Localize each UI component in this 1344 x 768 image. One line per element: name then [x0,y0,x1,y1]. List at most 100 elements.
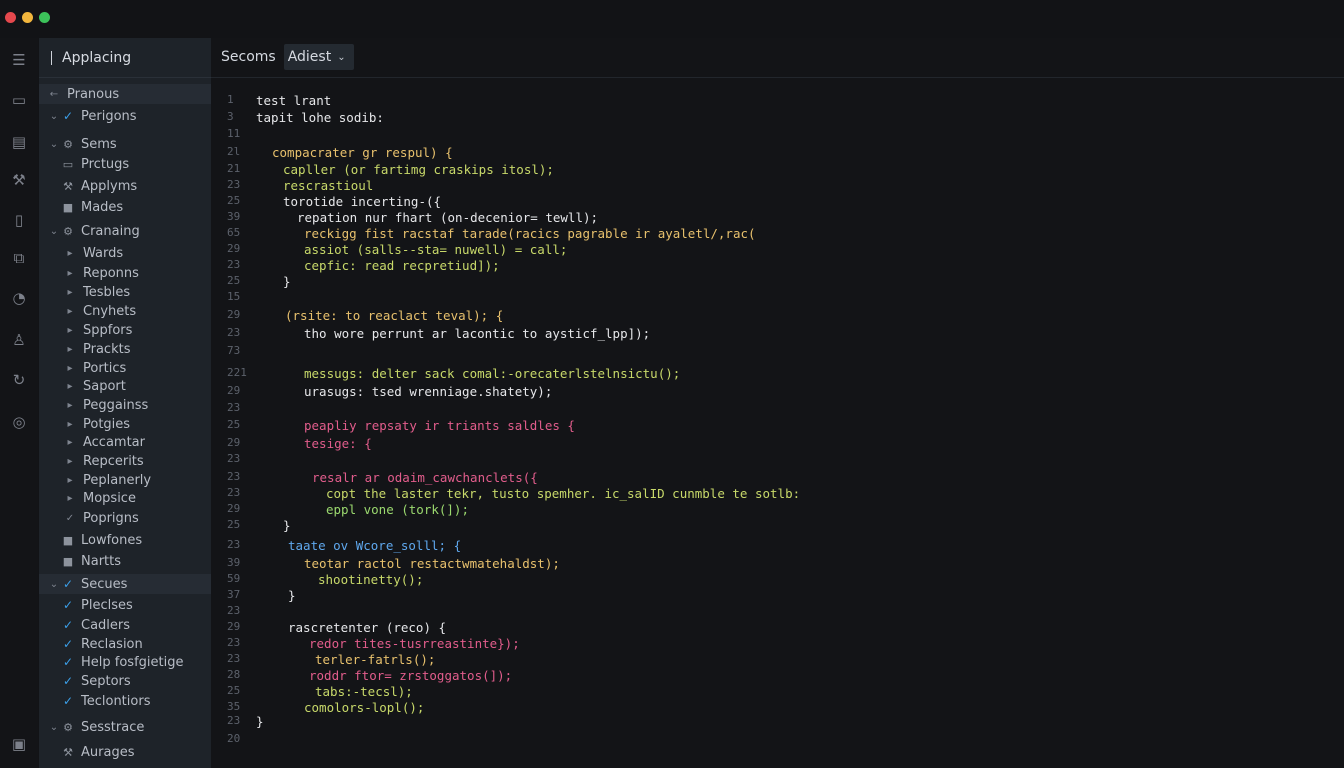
chevron-down-icon[interactable]: ⌄ [47,139,61,150]
chevron-right-icon[interactable]: ▸ [63,475,77,486]
sidebar-item-nartts[interactable]: ■ Nartts [39,551,211,571]
chevron-right-icon[interactable]: ▸ [63,268,77,279]
chevron-right-icon[interactable]: ▸ [63,381,77,392]
code-line[interactable]: rascretenter (reco) { [288,620,446,635]
check-icon[interactable]: ✓ [61,674,75,688]
chevron-right-icon[interactable]: ▸ [63,344,77,355]
sidebar-item-teclontiors[interactable]: ✓ Teclontiors [39,691,211,711]
sidebar-item-cnyhets[interactable]: ▸ Cnyhets [39,301,211,321]
sidebar-item-aurages[interactable]: ⚒ Aurages [39,742,211,762]
sidebar-item-help-fosfgietige[interactable]: ✓ Help fosfgietige [39,652,211,672]
check-icon[interactable]: ✓ [61,694,75,708]
code-line[interactable]: compacrater gr respul) { [272,145,453,160]
chevron-right-icon[interactable]: ▸ [63,363,77,374]
sidebar-item-perigons[interactable]: ⌄ ✓ Perigons [39,106,211,126]
code-line[interactable]: tho wore perrunt ar lacontic to aysticf_… [304,326,650,341]
code-line[interactable]: torotide incerting-({ [283,194,441,209]
tab-secoms[interactable]: Secoms [221,44,276,70]
code-line[interactable]: urasugs: tsed wrenniage.shatety); [304,384,552,399]
code-line[interactable]: (rsite: to reaclact teval); { [285,308,503,323]
code-line[interactable]: repation nur fhart (on-decenior= tewll); [297,210,598,225]
code-line[interactable]: tapit lohe sodib: [256,110,384,125]
account-icon[interactable]: ♙ [9,330,29,350]
check-icon[interactable]: ✓ [61,577,75,591]
chevron-down-icon[interactable]: ⌄ [337,52,345,63]
code-line[interactable]: cepfic: read recpretiud]); [304,258,500,273]
code-line[interactable]: terler-fatrls(); [315,652,435,667]
sidebar-item-peplanerly[interactable]: ▸ Peplanerly [39,470,211,490]
check-icon[interactable]: ✓ [61,655,75,669]
close-window-button[interactable] [5,12,16,23]
chevron-down-icon[interactable]: ⌄ [47,226,61,237]
page-icon[interactable]: ▣ [9,734,29,754]
sidebar-item-mades[interactable]: ■ Mades [39,197,211,217]
chevron-right-icon[interactable]: ▸ [63,325,77,336]
chevron-down-icon[interactable]: ⌄ [47,579,61,590]
sidebar-item-secues[interactable]: ⌄ ✓ Secues [39,574,211,594]
folder-icon[interactable]: ▭ [9,90,29,110]
sidebar-item-reponns[interactable]: ▸ Reponns [39,263,211,283]
code-line[interactable]: messugs: delter sack comal:-orecaterlste… [304,366,680,381]
check-icon[interactable]: ✓ [61,109,75,123]
code-line[interactable]: shootinetty(); [318,572,423,587]
sidebar-item-sesstrace[interactable]: ⌄ ⚙ Sesstrace [39,717,211,737]
code-line[interactable]: } [283,274,291,289]
code-line[interactable]: resalr ar odaim_cawchanclets({ [312,470,538,485]
code-line[interactable]: reckigg fist racstaf tarade(racics pagra… [304,226,756,241]
chevron-down-icon[interactable]: ⌄ [47,722,61,733]
sidebar-item-prctugs[interactable]: ▭ Prctugs [39,154,211,174]
check-icon[interactable]: ✓ [61,637,75,651]
code-line[interactable]: copt the laster tekr, tusto spemher. ic_… [326,486,800,501]
sidebar-item-potgies[interactable]: ▸ Potgies [39,414,211,434]
sidebar-item-prackts[interactable]: ▸ Prackts [39,339,211,359]
code-line[interactable]: eppl vone (tork(]); [326,502,469,517]
code-line[interactable]: taate ov Wcore_solll; { [288,538,461,553]
sidebar-item-poprigns[interactable]: ✓ Poprigns [39,508,211,528]
extensions-icon[interactable]: ⧉ [9,248,29,268]
code-line[interactable]: roddr ftor= zrstoggatos(]); [309,668,512,683]
sidebar-item-saport[interactable]: ▸ Saport [39,376,211,396]
code-line[interactable]: redor tites-tusrreastinte}); [309,636,520,651]
file-icon[interactable]: ▯ [9,210,29,230]
check-icon[interactable]: ✓ [61,598,75,612]
sync-icon[interactable]: ↻ [9,370,29,390]
chevron-right-icon[interactable]: ▸ [63,419,77,430]
document-icon[interactable]: ▤ [9,132,29,152]
sidebar-item-pleclses[interactable]: ✓ Pleclses [39,595,211,615]
code-line[interactable]: assiot (salls--sta= nuwell) = call; [304,242,567,257]
sidebar-item-portics[interactable]: ▸ Portics [39,358,211,378]
sidebar-item-peggainss[interactable]: ▸ Peggainss [39,395,211,415]
sidebar-item-applyms[interactable]: ⚒ Applyms [39,176,211,196]
sidebar-item-sppfors[interactable]: ▸ Sppfors [39,320,211,340]
maximize-window-button[interactable] [39,12,50,23]
sidebar-item-reclasion[interactable]: ✓ Reclasion [39,634,211,654]
sidebar-item-sems[interactable]: ⌄ ⚙ Sems [39,134,211,154]
code-line[interactable]: capller (or fartimg craskips itosl); [283,162,554,177]
chevron-right-icon[interactable]: ▸ [63,287,77,298]
sidebar-item-wards[interactable]: ▸ Wards [39,243,211,263]
chevron-right-icon[interactable]: ▸ [63,437,77,448]
sidebar-item-accamtar[interactable]: ▸ Accamtar [39,432,211,452]
check-icon[interactable]: ✓ [61,618,75,632]
code-line[interactable]: } [283,518,291,533]
sidebar-item-lowfones[interactable]: ■ Lowfones [39,530,211,550]
code-line[interactable]: } [288,588,296,603]
code-line[interactable]: } [256,714,264,729]
sidebar-item-tesbles[interactable]: ▸ Tesbles [39,282,211,302]
code-line[interactable]: tesige: { [304,436,372,451]
chevron-right-icon[interactable]: ▸ [63,493,77,504]
code-line[interactable]: rescrastioul [283,178,373,193]
minimize-window-button[interactable] [22,12,33,23]
chevron-right-icon[interactable]: ▸ [63,306,77,317]
sidebar-item-cadlers[interactable]: ✓ Cadlers [39,615,211,635]
code-line[interactable]: test lrant [256,93,331,108]
arrow-left-icon[interactable]: ← [47,89,61,100]
sidebar-item-mopsice[interactable]: ▸ Mopsice [39,488,211,508]
check-icon[interactable]: ✓ [63,513,77,524]
sidebar-item-septors[interactable]: ✓ Septors [39,671,211,691]
chevron-right-icon[interactable]: ▸ [63,248,77,259]
code-line[interactable]: peapliy repsaty ir triants saldles { [304,418,575,433]
sidebar-item-repcerits[interactable]: ▸ Repcerits [39,451,211,471]
code-line[interactable]: teotar ractol restactwmatehaldst); [304,556,560,571]
settings-icon[interactable]: ◎ [9,412,29,432]
